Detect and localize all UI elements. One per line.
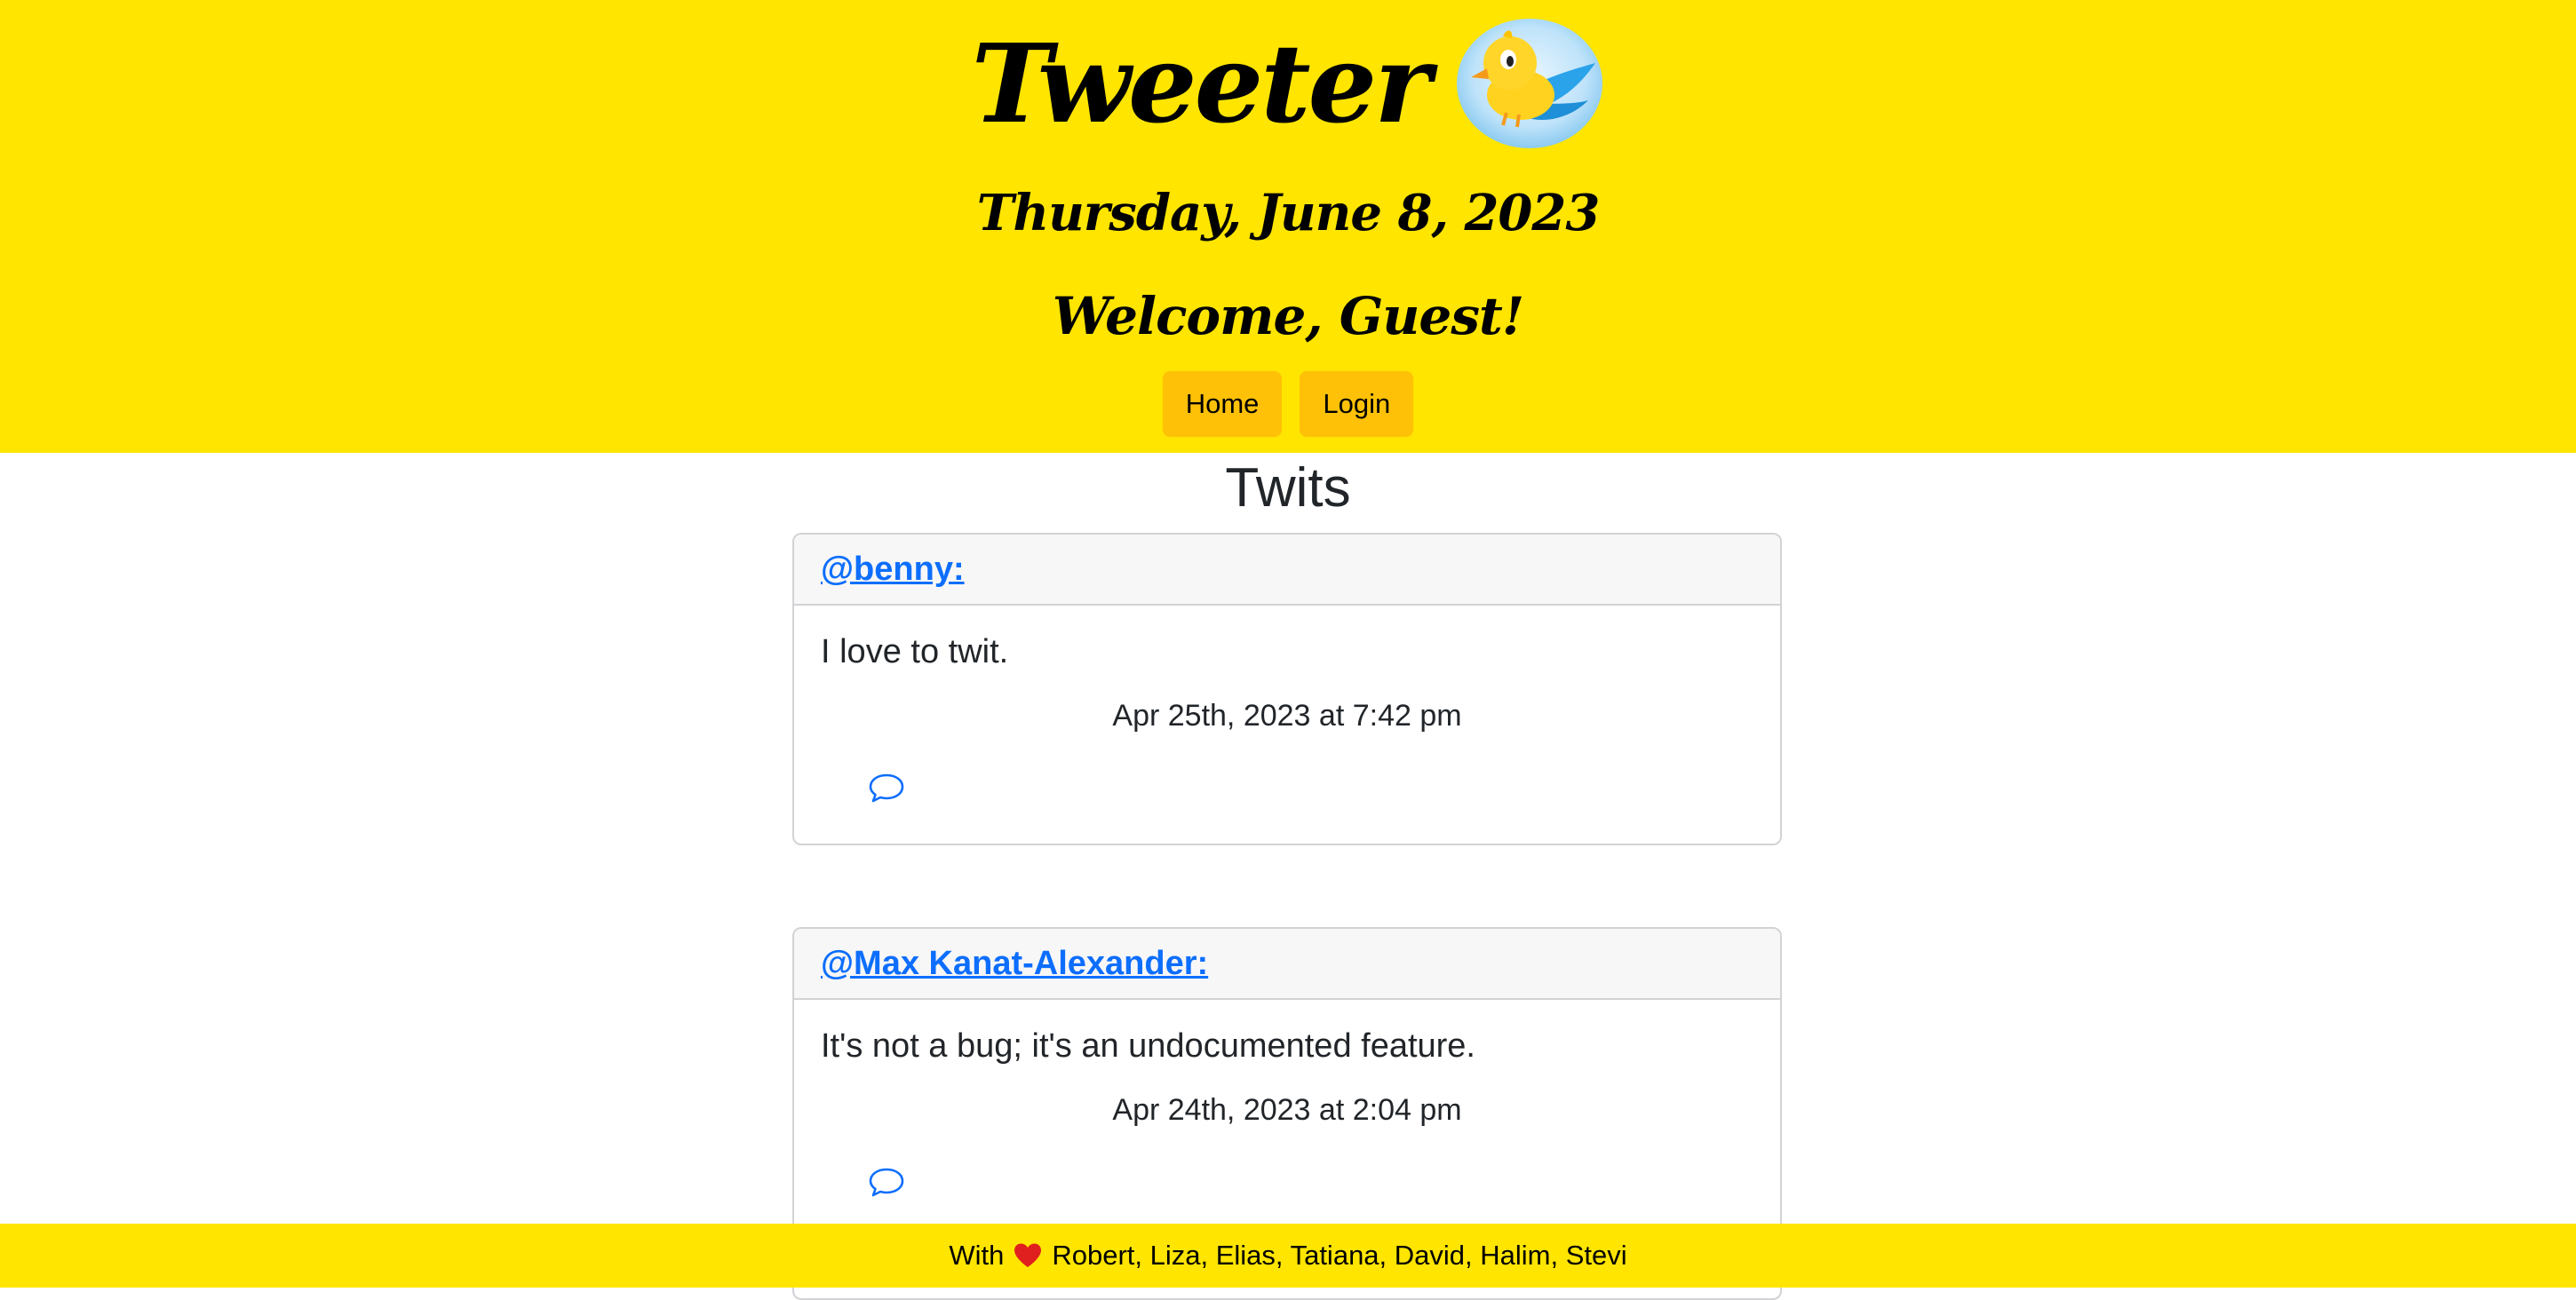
- main-nav: Home Login: [0, 371, 2576, 437]
- welcome-message: Welcome, Guest!: [1052, 286, 1525, 346]
- footer-prefix: With: [949, 1240, 1005, 1271]
- twit-card: @benny: I love to twit. Apr 25th, 2023 a…: [792, 533, 1782, 845]
- footer-names: Robert, Liza, Elias, Tatiana, David, Hal…: [1052, 1240, 1627, 1271]
- twit-card-header: @Max Kanat-Alexander:: [794, 929, 1780, 1000]
- twit-text: It's not a bug; it's an undocumented fea…: [821, 1027, 1475, 1065]
- login-button[interactable]: Login: [1300, 371, 1414, 437]
- bird-logo-icon: [1457, 19, 1603, 148]
- speech-bubble-icon[interactable]: [867, 1165, 906, 1201]
- site-footer: With Robert, Liza, Elias, Tatiana, David…: [0, 1224, 2576, 1288]
- twit-author-link[interactable]: @Max Kanat-Alexander:: [821, 945, 1208, 983]
- twit-timestamp: Apr 25th, 2023 at 7:42 pm: [1112, 699, 1462, 733]
- heart-icon: [1014, 1243, 1042, 1267]
- home-button[interactable]: Home: [1162, 371, 1283, 437]
- brand-row: Tweeter: [0, 12, 2576, 155]
- site-title: Tweeter: [971, 20, 1432, 147]
- current-date: Thursday, June 8, 2023: [976, 184, 1601, 242]
- speech-bubble-icon[interactable]: [867, 771, 906, 806]
- twit-timestamp: Apr 24th, 2023 at 2:04 pm: [1112, 1093, 1462, 1127]
- twit-author-link[interactable]: @benny:: [821, 551, 965, 589]
- site-header: Tweeter Thursday, June 8, 2023 Welcome, …: [0, 0, 2576, 453]
- section-title: Twits: [1225, 457, 1351, 519]
- twit-card-header: @benny:: [794, 535, 1780, 606]
- twit-text: I love to twit.: [821, 633, 1009, 670]
